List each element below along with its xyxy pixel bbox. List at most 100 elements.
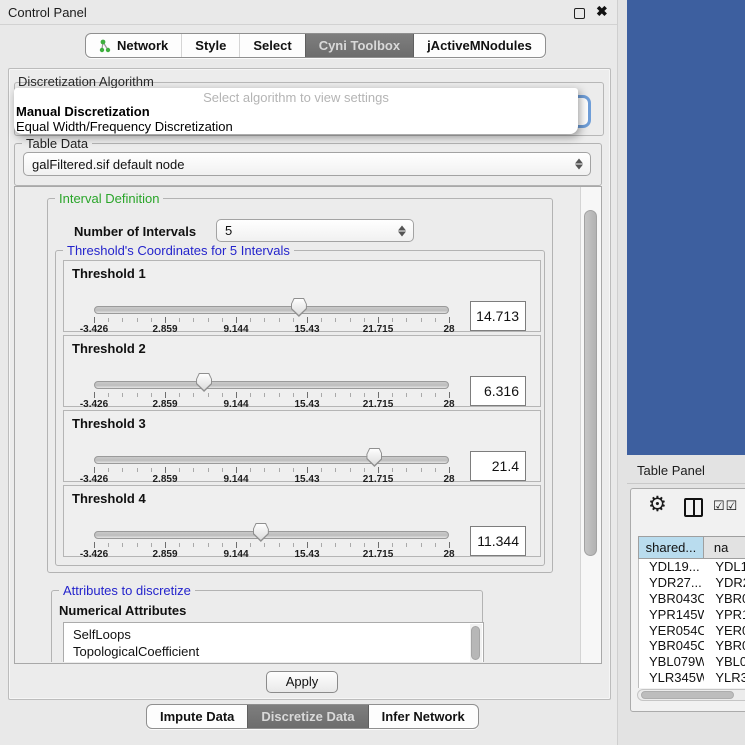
table-cell: YLR345W <box>639 670 704 686</box>
tab-label: Select <box>253 38 291 53</box>
threshold-value-field[interactable]: 6.316 <box>470 376 526 406</box>
gear-icon[interactable]: ⚙ <box>648 492 667 517</box>
table-cell: YIL052C <box>639 686 704 688</box>
table-cell: YBL079W <box>639 654 704 670</box>
table-row[interactable]: YPR145WYPR1 <box>639 607 745 623</box>
tab-label: jActiveMNodules <box>427 38 532 53</box>
table-horizontal-scrollbar[interactable] <box>637 689 745 701</box>
slider-tick <box>350 468 351 472</box>
dropdown-placeholder: Select algorithm to view settings <box>14 90 578 105</box>
slider-tick <box>421 393 422 397</box>
tab-cyni-toolbox[interactable]: Cyni Toolbox <box>305 34 413 57</box>
table-data-combobox[interactable]: galFiltered.sif default node <box>23 152 591 176</box>
threshold-label: Threshold 2 <box>72 341 146 356</box>
table-cell: YBR0 <box>704 591 745 607</box>
slider-tick <box>378 542 379 548</box>
slider-tick <box>179 393 180 397</box>
slider-tick <box>279 543 280 547</box>
network-icon <box>99 39 112 53</box>
slider-tick <box>321 468 322 472</box>
slider-tick <box>350 318 351 322</box>
tab-impute-data[interactable]: Impute Data <box>147 705 247 728</box>
slider-thumb[interactable] <box>291 298 307 317</box>
table-cell: YDL1 <box>704 559 745 575</box>
network-desktop-background: GAL80GACGAL11GAL4GCY1HHAP2 <box>627 0 745 455</box>
number-of-intervals-label: Number of Intervals <box>74 224 196 239</box>
attribute-list-item[interactable]: TopologicalCoefficient <box>64 643 483 660</box>
dropdown-option-manual-discretization[interactable]: Manual Discretization <box>16 104 150 119</box>
slider-tick <box>151 468 152 472</box>
table-row[interactable]: YDR27...YDR2 <box>639 575 745 591</box>
table-row[interactable]: YLR345WYLR3 <box>639 670 745 686</box>
numerical-attributes-list[interactable]: SelfLoopsTopologicalCoefficientBetweenne… <box>63 622 484 662</box>
slider-track[interactable] <box>94 456 449 464</box>
slider-tick <box>165 542 166 548</box>
slider-tick <box>335 318 336 322</box>
dropdown-option-equal-width-frequency[interactable]: Equal Width/Frequency Discretization <box>16 119 233 134</box>
slider-tick <box>350 543 351 547</box>
list-scrollbar[interactable] <box>470 624 482 662</box>
thresholds-group: Threshold's Coordinates for 5 Intervals … <box>55 250 545 566</box>
select-columns-checkbox-icons[interactable]: ☑☑ <box>713 498 738 514</box>
threshold-value-field[interactable]: 14.713 <box>470 301 526 331</box>
scrollbar-thumb[interactable] <box>584 210 597 556</box>
threshold-panel-4: Threshold 4-3.4262.8599.14415.4321.71528… <box>63 485 541 557</box>
table-row[interactable]: YER054CYER0 <box>639 623 745 639</box>
tab-style[interactable]: Style <box>181 34 239 57</box>
threshold-value-field[interactable]: 11.344 <box>470 526 526 556</box>
slider-tick-label: 28 <box>443 549 454 560</box>
slider-tick <box>264 468 265 472</box>
table-row[interactable]: YBR045CYBR0 <box>639 638 745 654</box>
close-icon[interactable]: ✖ <box>596 3 608 20</box>
attributes-group-title: Attributes to discretize <box>59 583 195 598</box>
slider-track[interactable] <box>94 381 449 389</box>
combo-stepper-icon <box>398 225 406 236</box>
tab-jactivemnodules[interactable]: jActiveMNodules <box>413 34 545 57</box>
threshold-label: Threshold 3 <box>72 416 146 431</box>
slider-tick <box>392 318 393 322</box>
slider-tick <box>350 393 351 397</box>
column-header-2[interactable]: na <box>704 536 745 559</box>
table-row[interactable]: YDL19...YDL1 <box>639 559 745 575</box>
slider-tick <box>392 393 393 397</box>
settings-vertical-scrollbar[interactable] <box>580 187 601 663</box>
slider-tick-label: 21.715 <box>363 324 394 335</box>
attribute-list-item[interactable]: BetweennessCentrality <box>64 660 483 662</box>
float-window-icon[interactable] <box>574 8 585 19</box>
slider-tick-label: 9.144 <box>223 474 248 485</box>
column-header-1[interactable]: shared... <box>638 536 704 559</box>
slider-tick <box>165 467 166 473</box>
tab-infer-network[interactable]: Infer Network <box>368 705 478 728</box>
scrollbar-thumb[interactable] <box>641 691 734 699</box>
slider-tick <box>94 392 95 398</box>
threshold-panel-2: Threshold 2-3.4262.8599.14415.4321.71528… <box>63 335 541 407</box>
slider-tick <box>193 318 194 322</box>
tab-discretize-data[interactable]: Discretize Data <box>247 705 367 728</box>
slider-thumb[interactable] <box>366 448 382 467</box>
slider-tick <box>307 317 308 323</box>
slider-tick <box>378 467 379 473</box>
bottom-tab-bar: Impute DataDiscretize DataInfer Network <box>146 704 479 729</box>
slider-tick <box>307 467 308 473</box>
threshold-value-field[interactable]: 21.4 <box>470 451 526 481</box>
slider-thumb[interactable] <box>253 523 269 542</box>
columns-icon[interactable] <box>684 498 703 517</box>
table-cell: YLR3 <box>704 670 745 686</box>
apply-button[interactable]: Apply <box>266 671 338 693</box>
slider-thumb[interactable] <box>196 373 212 392</box>
table-row[interactable]: YBR043CYBR0 <box>639 591 745 607</box>
slider-tick-label: 9.144 <box>223 549 248 560</box>
slider-track[interactable] <box>94 531 449 539</box>
slider-tick <box>449 392 450 398</box>
table-row[interactable]: YIL052CYIL0 <box>639 686 745 688</box>
slider-tick <box>364 543 365 547</box>
tab-network[interactable]: Network <box>86 34 181 57</box>
number-of-intervals-combobox[interactable]: 5 <box>216 219 414 242</box>
table-row[interactable]: YBL079WYBL0 <box>639 654 745 670</box>
slider-track[interactable] <box>94 306 449 314</box>
slider-tick-label: 21.715 <box>363 474 394 485</box>
slider-tick <box>151 318 152 322</box>
attribute-list-item[interactable]: SelfLoops <box>64 623 483 643</box>
slider-tick <box>392 468 393 472</box>
tab-select[interactable]: Select <box>239 34 304 57</box>
